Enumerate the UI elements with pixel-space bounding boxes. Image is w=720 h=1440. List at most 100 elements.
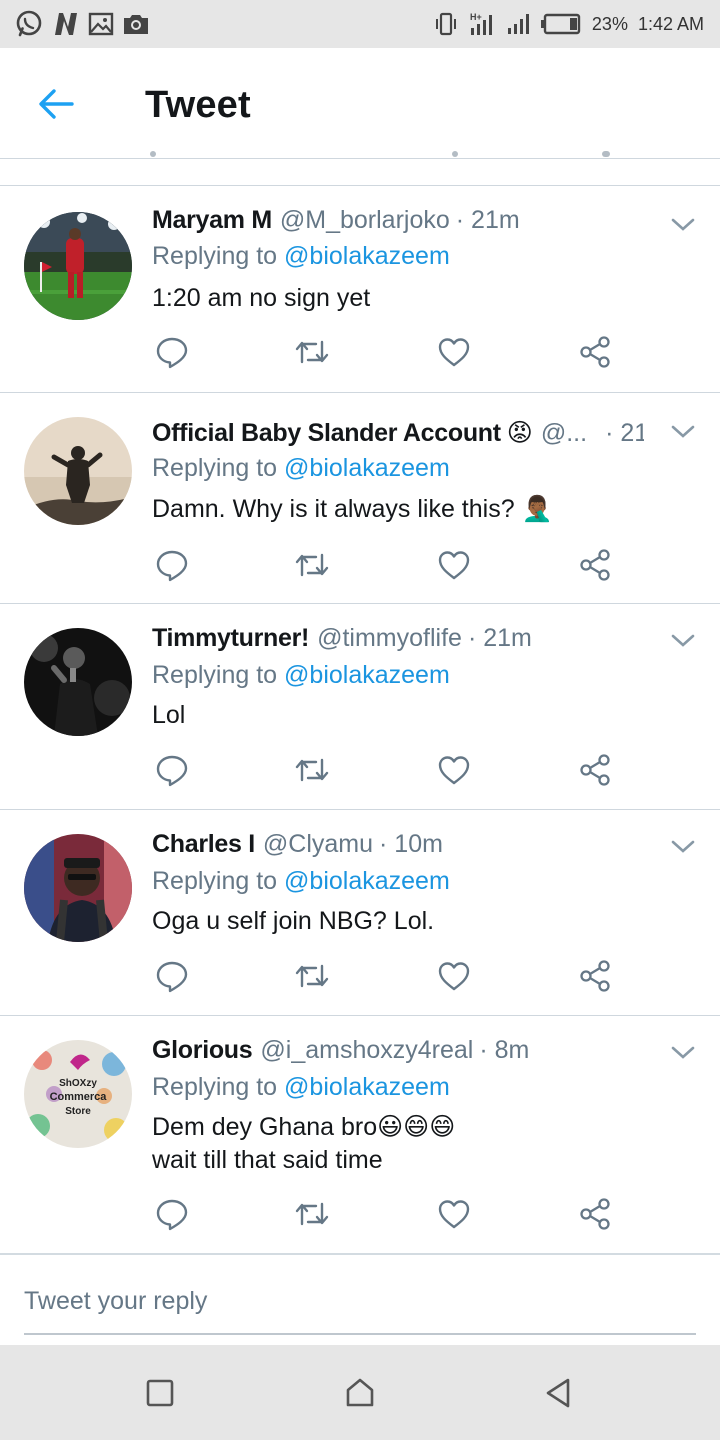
tweet-options-button[interactable] xyxy=(668,1038,698,1068)
tweet-actions xyxy=(152,332,622,372)
avatar[interactable]: ShOXzy Commerca Store xyxy=(24,1040,132,1148)
tweet-actions xyxy=(152,750,622,790)
reply-icon xyxy=(156,1199,188,1231)
replying-prefix: Replying to xyxy=(152,242,285,270)
signal-ht-icon: H+ xyxy=(468,11,496,37)
back-arrow-icon xyxy=(39,89,74,119)
mention-link[interactable]: @biolakazeem xyxy=(284,661,450,689)
tweet-time: · 21m xyxy=(467,624,532,652)
mention-link[interactable]: @biolakazeem xyxy=(284,454,450,482)
author-name[interactable]: Charles I xyxy=(152,830,255,859)
recents-button[interactable] xyxy=(136,1369,184,1417)
author-handle[interactable]: @timmyoflife xyxy=(317,624,462,653)
n-icon xyxy=(52,11,80,37)
retweet-icon xyxy=(295,553,329,577)
chevron-down-icon xyxy=(671,425,695,438)
signal-icon xyxy=(506,12,530,36)
author-name[interactable]: Timmyturner! xyxy=(152,624,309,653)
gallery-icon xyxy=(88,12,114,36)
replying-to: Replying to @biolakazeem xyxy=(152,454,450,483)
retweet-icon xyxy=(295,340,329,364)
reply-button[interactable] xyxy=(152,1194,192,1234)
like-button[interactable] xyxy=(434,1194,474,1234)
retweet-icon xyxy=(295,964,329,988)
share-icon xyxy=(580,549,610,581)
heart-icon xyxy=(438,1200,470,1229)
like-button[interactable] xyxy=(434,750,474,790)
retweet-button[interactable] xyxy=(292,332,332,372)
tweet-options-button[interactable] xyxy=(668,626,698,656)
tweet-text: 1:20 am no sign yet xyxy=(152,284,371,312)
app-header: Tweet xyxy=(0,48,720,158)
mention-link[interactable]: @biolakazeem xyxy=(284,867,450,895)
like-button[interactable] xyxy=(434,332,474,372)
heart-icon xyxy=(438,756,470,785)
tweet-text-line-2: wait till that said time xyxy=(152,1146,383,1174)
reply-input[interactable] xyxy=(24,1285,696,1335)
share-icon xyxy=(580,960,610,992)
heart-icon xyxy=(438,338,470,367)
reply-button[interactable] xyxy=(152,956,192,996)
retweet-button[interactable] xyxy=(292,750,332,790)
back-triangle-icon xyxy=(546,1378,570,1408)
tweet-options-button[interactable] xyxy=(668,832,698,862)
author-handle[interactable]: @Clyamu xyxy=(263,830,373,859)
previous-tweet-edge xyxy=(0,151,720,185)
like-button[interactable] xyxy=(434,956,474,996)
tweet-options-button[interactable] xyxy=(668,210,698,240)
author-handle[interactable]: @... xyxy=(541,419,587,448)
clock: 1:42 AM xyxy=(637,13,704,34)
reply-button[interactable] xyxy=(152,545,192,585)
share-button[interactable] xyxy=(575,545,615,585)
tweet-item[interactable]: ShOXzy Commerca Store Glorious @i_amshox… xyxy=(0,1015,720,1253)
reply-button[interactable] xyxy=(152,750,192,790)
avatar[interactable] xyxy=(24,417,132,525)
replying-to: Replying to @biolakazeem xyxy=(152,242,450,271)
share-icon xyxy=(580,336,610,368)
recents-square-icon xyxy=(146,1379,174,1407)
share-button[interactable] xyxy=(575,332,615,372)
author-name[interactable]: Official Baby Slander Account xyxy=(152,419,501,448)
home-button[interactable] xyxy=(336,1369,384,1417)
share-button[interactable] xyxy=(575,1194,615,1234)
back-nav-button[interactable] xyxy=(534,1369,582,1417)
author-handle[interactable]: @M_borlarjoko xyxy=(280,206,450,235)
tweet-text-line-1: Dem dey Ghana bro😃😄😄 xyxy=(152,1113,456,1141)
reply-icon xyxy=(156,961,188,993)
mention-link[interactable]: @biolakazeem xyxy=(284,242,450,270)
tweet-item[interactable]: Official Baby Slander Account 😡 @... · 2… xyxy=(0,392,720,604)
avatar[interactable] xyxy=(24,212,132,320)
retweet-button[interactable] xyxy=(292,545,332,585)
retweet-button[interactable] xyxy=(292,1194,332,1234)
heart-icon xyxy=(438,551,470,580)
share-button[interactable] xyxy=(575,956,615,996)
share-icon xyxy=(580,754,610,786)
share-button[interactable] xyxy=(575,750,615,790)
svg-text:Store: Store xyxy=(65,1106,91,1117)
tweet-item[interactable]: Maryam M @M_borlarjoko · 21m Replying to… xyxy=(0,185,720,393)
tweet-options-button[interactable] xyxy=(668,417,698,447)
status-bar: H+ 23% 1:42 AM xyxy=(0,0,720,48)
tweet-time: · 8m xyxy=(479,1036,530,1064)
author-handle[interactable]: @i_amshoxzy4real xyxy=(260,1036,473,1065)
like-button[interactable] xyxy=(434,545,474,585)
reply-button[interactable] xyxy=(152,332,192,372)
replying-prefix: Replying to xyxy=(152,1073,285,1101)
avatar[interactable] xyxy=(24,628,132,736)
tweet-item[interactable]: Charles I @Clyamu · 10m Replying to @bio… xyxy=(0,809,720,1016)
tweet-actions xyxy=(152,1194,622,1234)
replying-prefix: Replying to xyxy=(152,661,285,689)
tweet-time: · 21m xyxy=(605,418,644,447)
retweet-button[interactable] xyxy=(292,956,332,996)
author-name[interactable]: Glorious xyxy=(152,1036,253,1065)
avatar[interactable] xyxy=(24,834,132,942)
tweet-item[interactable]: Timmyturner! @timmyoflife · 21m Replying… xyxy=(0,603,720,810)
page-title: Tweet xyxy=(145,84,251,126)
tweet-actions xyxy=(152,545,622,585)
battery-icon xyxy=(540,13,582,35)
back-button[interactable] xyxy=(30,84,82,124)
angry-emoji: 😡 xyxy=(506,419,533,447)
mention-link[interactable]: @biolakazeem xyxy=(284,1073,450,1101)
author-name[interactable]: Maryam M xyxy=(152,206,272,235)
chevron-down-icon xyxy=(671,634,695,647)
